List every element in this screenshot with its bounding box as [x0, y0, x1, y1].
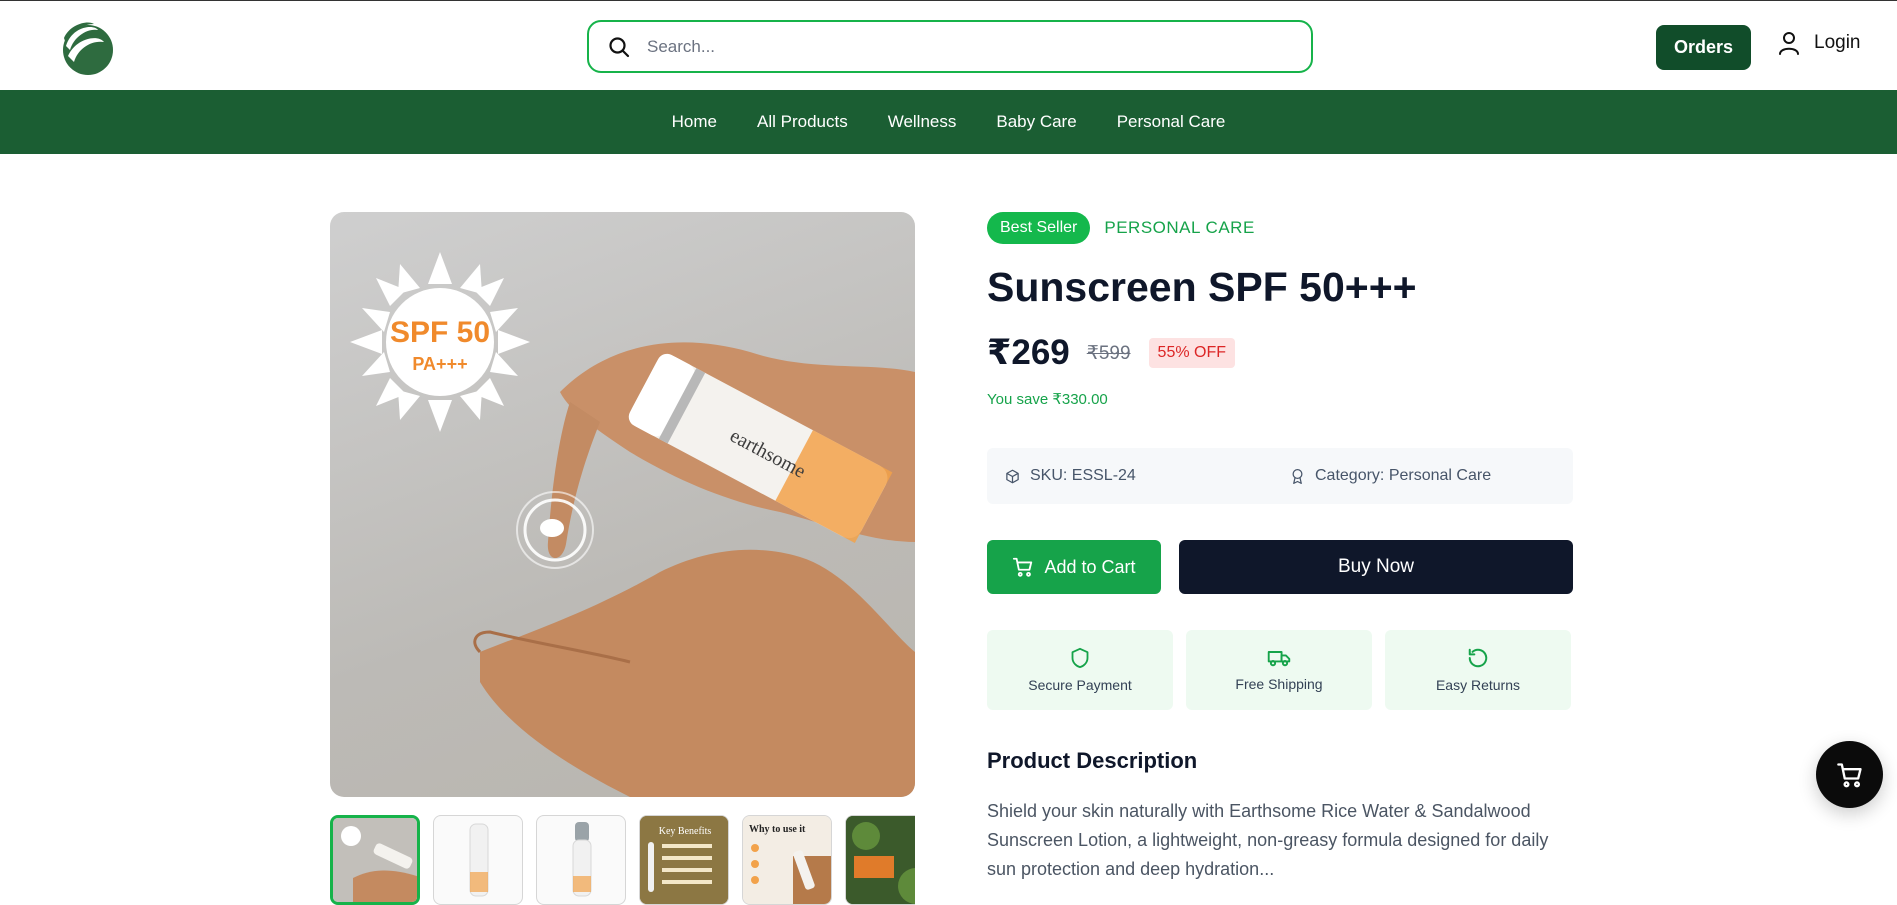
login-label: Login: [1814, 32, 1861, 53]
cart-icon: [1836, 762, 1862, 787]
nav-item-wellness[interactable]: Wellness: [868, 112, 977, 132]
spf-text: SPF 50: [390, 316, 490, 349]
category-text: Category: Personal Care: [1315, 467, 1492, 484]
thumbnail-1[interactable]: [330, 815, 420, 905]
thumbnail-4[interactable]: Key Benefits: [639, 815, 729, 905]
login-link[interactable]: Login: [1778, 31, 1861, 55]
thumbnail-strip: Key Benefits Why to use it: [330, 815, 915, 905]
savings-text: You save ₹330.00: [987, 391, 1108, 408]
feature-free-shipping: Free Shipping: [1186, 630, 1372, 710]
buy-now-button[interactable]: Buy Now: [1179, 540, 1573, 594]
discount-badge: 55% OFF: [1148, 338, 1236, 368]
thumbnail-5[interactable]: Why to use it: [742, 815, 832, 905]
add-to-cart-label: Add to Cart: [1044, 556, 1136, 577]
feature-label: Easy Returns: [1435, 677, 1521, 693]
category-tag[interactable]: PERSONAL CARE: [1104, 218, 1254, 238]
nav-item-personal-care[interactable]: Personal Care: [1097, 112, 1246, 132]
sku-info: SKU: ESSL-24: [1005, 467, 1290, 485]
pa-text: PA+++: [412, 354, 467, 374]
feature-secure-payment: Secure Payment: [987, 630, 1173, 710]
main-nav: Home All Products Wellness Baby Care Per…: [0, 90, 1897, 154]
feature-cards: Secure Payment Free Shipping Easy Return…: [987, 630, 1573, 710]
svg-text:Key Benefits: Key Benefits: [659, 826, 712, 837]
floating-cart-button[interactable]: [1816, 741, 1883, 808]
product-info: Best Seller PERSONAL CARE Sunscreen SPF …: [987, 212, 1573, 884]
spf-sun-badge: SPF 50 PA+++: [350, 252, 530, 432]
product-meta: SKU: ESSL-24 Category: Personal Care: [987, 448, 1573, 504]
product-main-image[interactable]: SPF 50 PA+++ earthsome: [330, 212, 915, 797]
feature-label: Free Shipping: [1235, 676, 1323, 692]
nav-item-home[interactable]: Home: [652, 112, 737, 132]
original-price: ₹599: [1086, 342, 1131, 364]
cart-icon: [1013, 557, 1033, 577]
thumbnail-2[interactable]: [433, 815, 523, 905]
thumbnail-3[interactable]: [536, 815, 626, 905]
product-description: Shield your skin naturally with Earthsom…: [987, 801, 1549, 879]
nav-item-all-products[interactable]: All Products: [737, 112, 868, 132]
feature-label: Secure Payment: [1028, 677, 1132, 693]
sku-text: SKU: ESSL-24: [1030, 467, 1136, 484]
product-title: Sunscreen SPF 50+++: [987, 264, 1417, 310]
user-icon: [1779, 32, 1799, 55]
description-heading: Product Description: [987, 748, 1198, 773]
feature-easy-returns: Easy Returns: [1385, 630, 1571, 710]
brand-logo-icon[interactable]: [58, 20, 114, 76]
top-header: Orders Login: [0, 0, 1897, 90]
search-bar[interactable]: [587, 20, 1313, 73]
best-seller-badge: Best Seller: [987, 212, 1091, 244]
svg-text:Why to use it: Why to use it: [749, 824, 806, 835]
nav-item-baby-care[interactable]: Baby Care: [976, 112, 1096, 132]
category-info: Category: Personal Care: [1290, 467, 1491, 485]
thumbnail-6[interactable]: [845, 815, 915, 905]
award-icon: [1292, 468, 1303, 484]
refresh-icon: [1468, 648, 1488, 668]
sale-price: ₹269: [987, 333, 1070, 372]
box-icon: [1006, 469, 1019, 483]
search-input[interactable]: [647, 36, 1247, 57]
orders-button[interactable]: Orders: [1656, 25, 1751, 70]
shield-icon: [1071, 647, 1089, 669]
search-icon: [609, 36, 630, 57]
truck-icon: [1267, 651, 1291, 667]
add-to-cart-button[interactable]: Add to Cart: [987, 540, 1161, 594]
